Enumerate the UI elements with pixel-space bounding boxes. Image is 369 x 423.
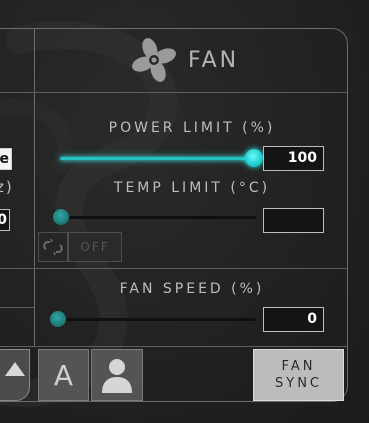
link-toggle[interactable]: OFF	[68, 232, 122, 262]
user-icon	[102, 359, 132, 393]
left-freq-field[interactable]: 0	[0, 209, 10, 231]
temp-limit-label: TEMP LIMIT (°C)	[113, 180, 271, 196]
fan-icon	[132, 38, 176, 82]
fan-header: FAN	[130, 38, 239, 82]
section-divider	[0, 268, 347, 269]
link-button[interactable]	[38, 232, 68, 262]
auto-mode-label: A	[53, 358, 74, 392]
fan-control-window: e z) 0 FAN POWER LIMIT (%) 100 TEMP LIMI…	[0, 0, 369, 423]
temp-limit-slider-thumb[interactable]	[53, 209, 69, 225]
temp-limit-value-field[interactable]	[263, 208, 324, 233]
link-broken-icon	[43, 238, 63, 256]
fan-speed-slider[interactable]	[60, 318, 256, 321]
footer-divider	[0, 346, 347, 347]
fan-sync-button[interactable]: FAN SYNC	[253, 349, 344, 401]
power-limit-slider[interactable]	[60, 157, 256, 160]
fan-sync-label-line2: SYNC	[275, 376, 322, 391]
fan-speed-slider-thumb[interactable]	[50, 311, 66, 327]
auto-mode-button[interactable]: A	[38, 349, 89, 401]
fan-sync-label-line1: FAN	[281, 359, 316, 374]
panel-divider	[34, 28, 35, 346]
left-freq-label: z)	[0, 178, 14, 196]
panel-title: FAN	[188, 47, 240, 73]
left-mode-field[interactable]: e	[0, 148, 12, 170]
power-limit-slider-thumb[interactable]	[245, 149, 263, 167]
fan-speed-label: FAN SPEED (%)	[119, 281, 265, 297]
left-section-divider	[0, 307, 35, 308]
header-divider	[0, 92, 347, 93]
power-limit-label: POWER LIMIT (%)	[108, 120, 276, 136]
left-panel-button[interactable]	[0, 349, 30, 401]
power-limit-value-field[interactable]: 100	[263, 146, 324, 171]
triangle-up-icon	[5, 362, 25, 376]
power-limit-slider-fill	[60, 157, 256, 160]
temp-limit-slider[interactable]	[60, 216, 256, 219]
fan-speed-value-field[interactable]: 0	[263, 307, 324, 332]
user-mode-button[interactable]	[91, 349, 143, 401]
